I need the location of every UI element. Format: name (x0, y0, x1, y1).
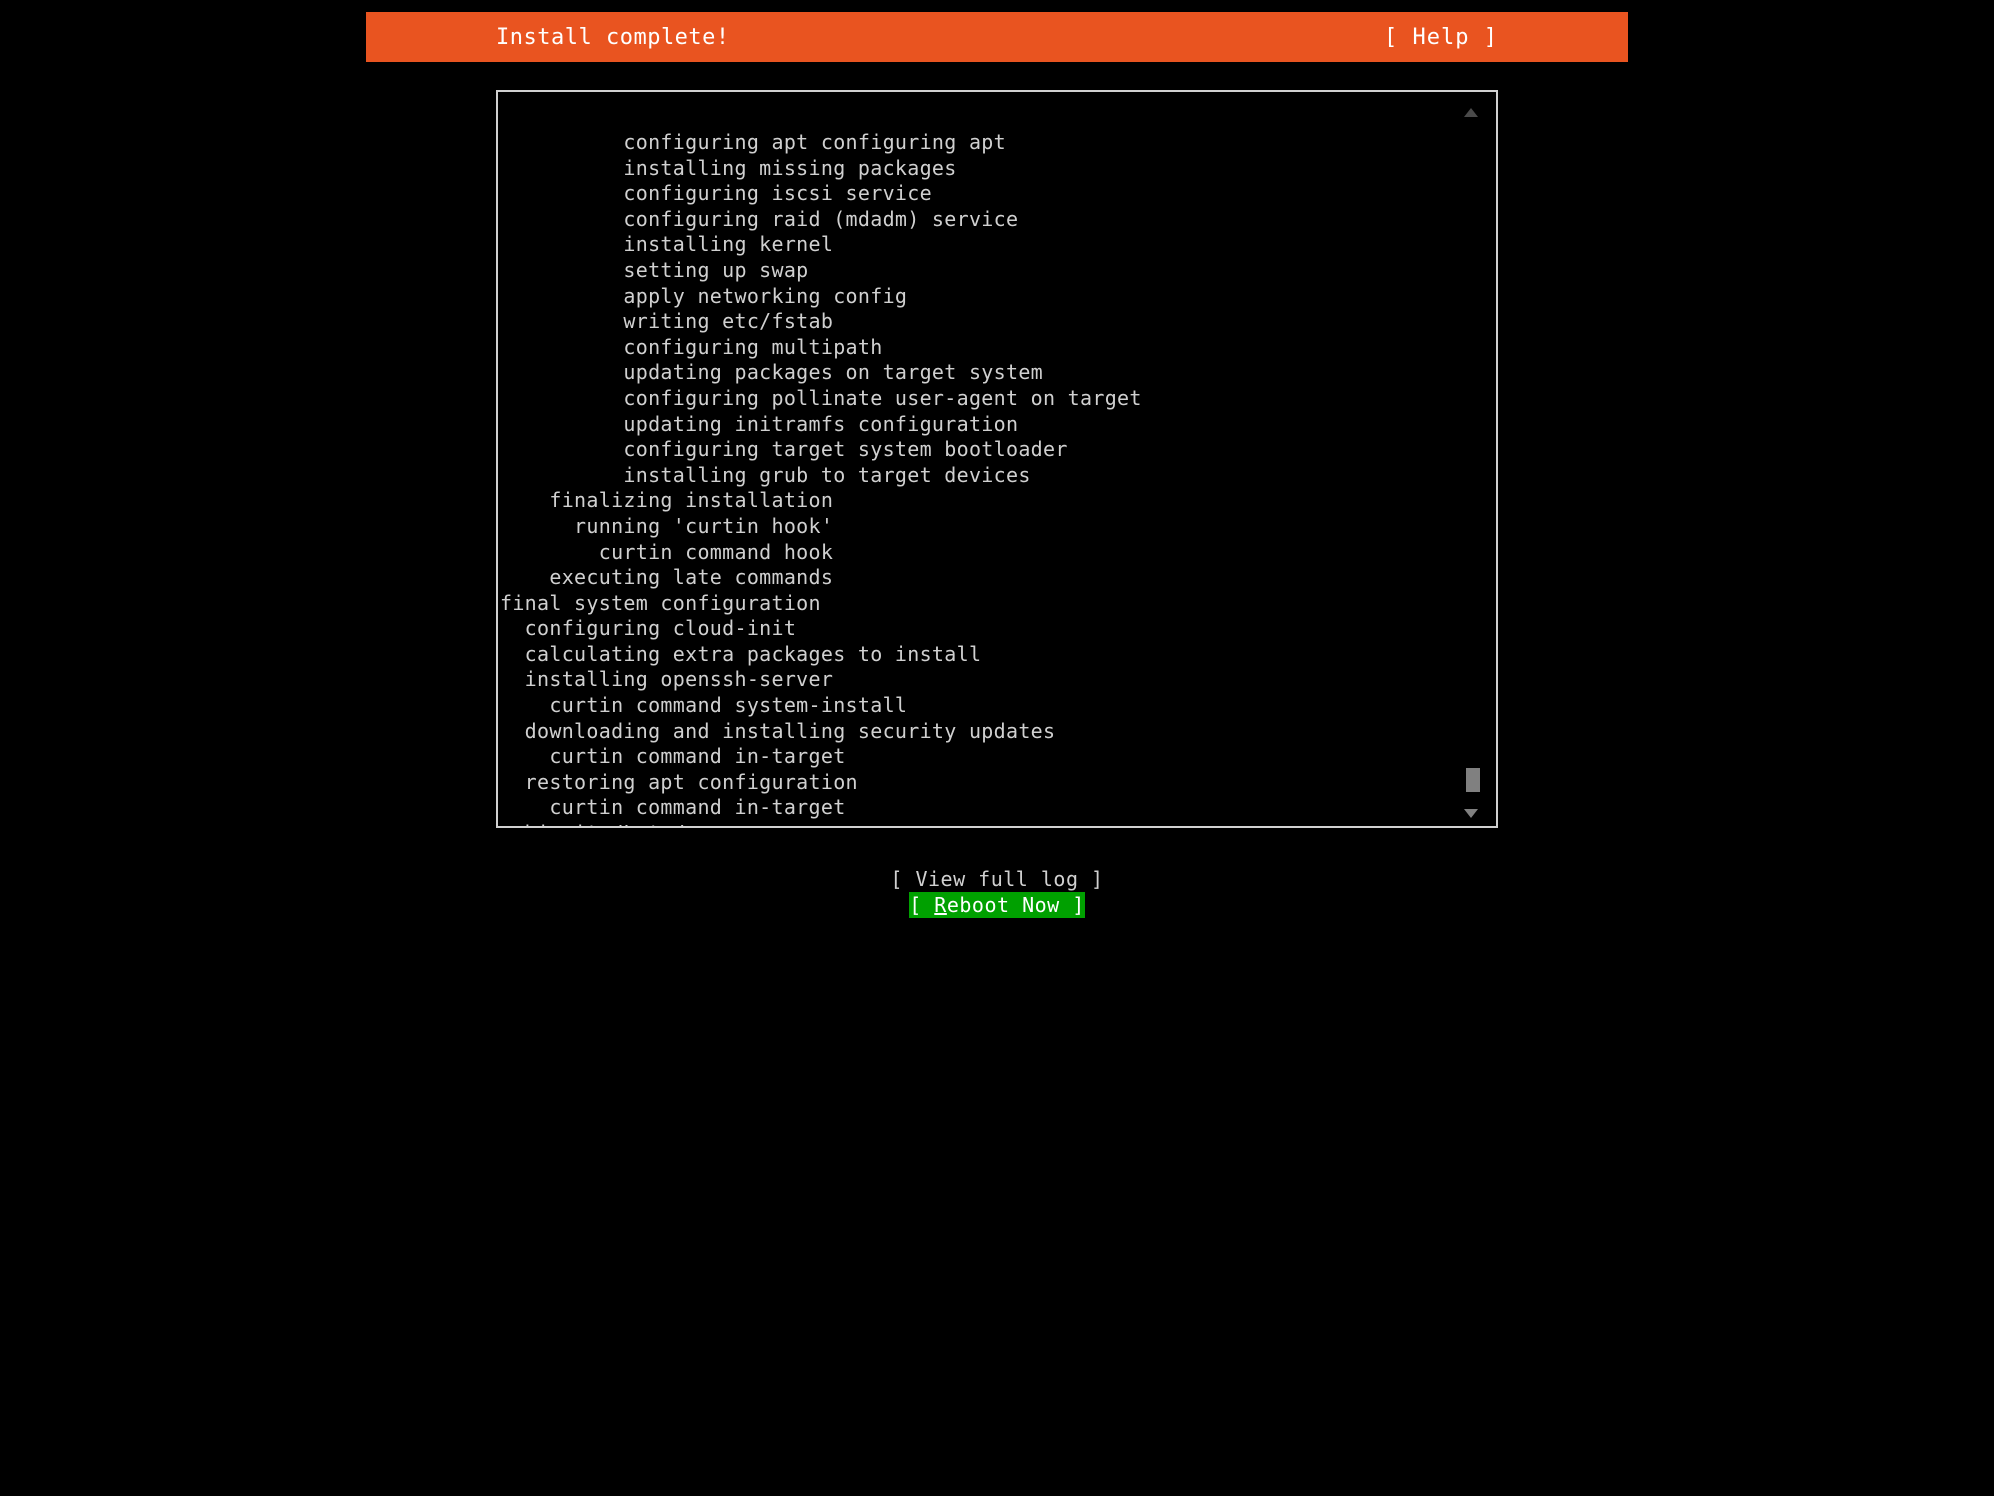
install-log-text: configuring apt configuring apt installi… (498, 130, 1496, 828)
reboot-now-button[interactable]: [ Reboot Now ] (909, 892, 1085, 918)
reboot-bracket-open: [ (909, 893, 934, 917)
install-log-panel: configuring apt configuring apt installi… (496, 90, 1498, 828)
scrollbar-thumb[interactable] (1466, 768, 1480, 792)
header-bar: Install complete! [ Help ] (366, 12, 1628, 62)
installer-screen: Install complete! [ Help ] configuring a… (366, 0, 1628, 947)
page-title: Install complete! (496, 25, 730, 50)
action-buttons: [ View full log ] [ Reboot Now ] (366, 866, 1628, 918)
help-button[interactable]: [ Help ] (1384, 25, 1498, 50)
reboot-label: Reboot Now ] (934, 892, 1085, 918)
view-full-log-button[interactable]: [ View full log ] (890, 866, 1103, 892)
scroll-up-icon[interactable] (1464, 108, 1478, 117)
scroll-down-icon[interactable] (1464, 809, 1478, 818)
